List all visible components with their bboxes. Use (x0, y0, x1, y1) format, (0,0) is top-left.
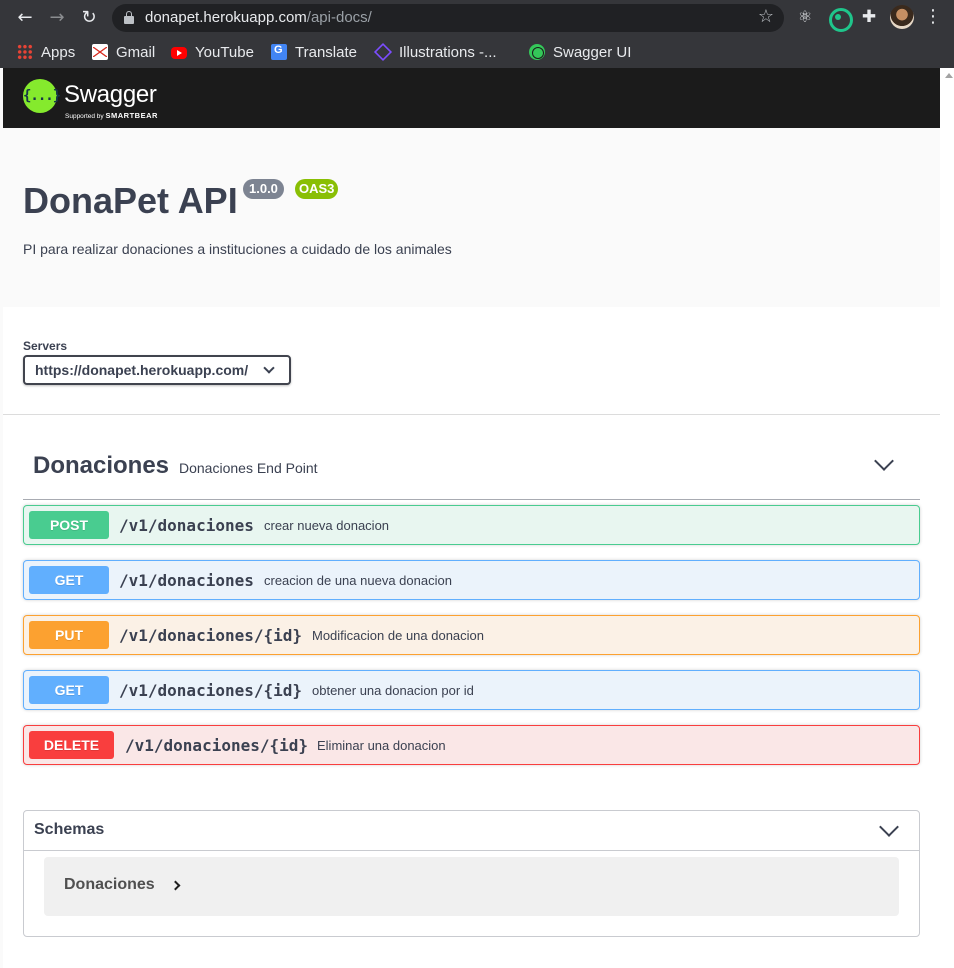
operation-path: /v1/donaciones/{id} (125, 736, 309, 755)
bookmark-youtube[interactable]: YouTube (171, 41, 254, 63)
model-donaciones[interactable]: Donaciones (44, 857, 899, 916)
url-host: donapet.herokuapp.com (145, 9, 307, 26)
apps-grid-icon (17, 44, 33, 60)
page-scrollbar[interactable] (940, 68, 954, 968)
divider (23, 499, 920, 500)
bookmark-gmail[interactable]: Gmail (92, 41, 155, 63)
illustrations-icon (373, 42, 393, 62)
bookmark-apps[interactable]: Apps (17, 41, 75, 63)
schemas-header[interactable]: Schemas (24, 811, 919, 851)
lock-icon[interactable] (124, 11, 134, 24)
swagger-logo-text[interactable]: Swagger (64, 81, 157, 109)
method-badge: PUT (29, 621, 109, 649)
operation-post-donaciones[interactable]: POST /v1/donaciones crear nueva donacion (23, 505, 920, 545)
swagger-topbar: {...} Swagger Supported by SMARTBEAR (3, 68, 940, 128)
api-info: DonaPet API 1.0.0 OAS3 PI para realizar … (3, 128, 940, 307)
bookmark-label: Gmail (116, 43, 156, 61)
youtube-icon (171, 47, 187, 59)
bookmark-label: Illustrations -... (399, 43, 497, 61)
bookmark-translate[interactable]: Translate (271, 41, 357, 63)
bookmark-star-icon[interactable]: ☆ (758, 6, 774, 27)
chevron-down-icon[interactable] (874, 451, 894, 471)
operation-summary: creacion de una nueva donacion (264, 573, 452, 588)
reload-icon[interactable]: ↻ (77, 6, 101, 30)
method-badge: POST (29, 511, 109, 539)
oas-badge: OAS3 (295, 179, 339, 199)
url-text[interactable]: donapet.herokuapp.com/api-docs/ (145, 9, 372, 26)
operation-path: /v1/donaciones/{id} (119, 681, 303, 700)
servers-selected-value: https://donapet.herokuapp.com/ (35, 362, 249, 378)
method-badge: GET (29, 566, 109, 594)
scroll-up-arrow-icon[interactable] (945, 72, 953, 78)
address-bar[interactable]: donapet.herokuapp.com/api-docs/ ☆ (112, 4, 784, 32)
servers-select[interactable]: https://donapet.herokuapp.com/ (23, 355, 291, 385)
url-path: /api-docs/ (306, 9, 372, 26)
model-name: Donaciones (64, 876, 155, 893)
bookmark-label: YouTube (195, 43, 254, 61)
extensions-puzzle-icon[interactable]: ✚ (858, 6, 880, 28)
bookmark-illustrations[interactable]: Illustrations -... (373, 41, 497, 63)
api-title: DonaPet API (23, 180, 238, 221)
operation-get-donaciones[interactable]: GET /v1/donaciones creacion de una nueva… (23, 560, 920, 600)
ring-extension-icon[interactable] (827, 6, 853, 32)
tag-title[interactable]: Donaciones (33, 452, 169, 480)
browser-toolbar: ← → ↻ donapet.herokuapp.com/api-docs/ ☆ … (0, 0, 954, 36)
chevron-down-icon[interactable] (879, 817, 899, 837)
method-badge: DELETE (29, 731, 114, 759)
servers-label: Servers (23, 339, 68, 353)
globe-icon (529, 44, 545, 60)
supported-by-smartbear: Supported by SMARTBEAR (65, 111, 158, 120)
gmail-icon (92, 44, 108, 60)
method-badge: GET (29, 676, 109, 704)
operation-put-donacion-id[interactable]: PUT /v1/donaciones/{id} Modificacion de … (23, 615, 920, 655)
operation-summary: Modificacion de una donacion (312, 628, 485, 643)
bookmark-label: Translate (295, 43, 357, 61)
translate-icon (271, 44, 287, 60)
chevron-right-icon[interactable] (170, 880, 181, 891)
operation-path: /v1/donaciones (119, 516, 254, 535)
operation-delete-donacion-id[interactable]: DELETE /v1/donaciones/{id} Eliminar una … (23, 725, 920, 765)
api-description: PI para realizar donaciones a institucio… (23, 241, 452, 257)
bookmark-label: Apps (41, 43, 76, 61)
operation-get-donacion-id[interactable]: GET /v1/donaciones/{id} obtener una dona… (23, 670, 920, 710)
chevron-down-icon (263, 362, 275, 374)
bookmarks-bar: Apps Gmail YouTube Translate Illustratio… (0, 36, 954, 68)
profile-avatar[interactable] (890, 5, 914, 29)
schemas-title: Schemas (34, 821, 105, 838)
operation-summary: crear nueva donacion (264, 518, 390, 533)
bookmark-swagger-ui[interactable]: Swagger UI (529, 41, 631, 63)
operation-path: /v1/donaciones/{id} (119, 626, 303, 645)
forward-arrow-icon[interactable]: → (45, 6, 69, 30)
tag-description: Donaciones End Point (179, 460, 318, 476)
swagger-logo-icon[interactable]: {...} (23, 79, 61, 113)
back-arrow-icon[interactable]: ← (13, 6, 37, 30)
operation-path: /v1/donaciones (119, 571, 254, 590)
swagger-page: {...} Swagger Supported by SMARTBEAR Don… (3, 68, 940, 968)
divider (3, 414, 940, 415)
operation-summary: Eliminar una donacion (317, 738, 446, 753)
smartbear-label: SMARTBEAR (105, 111, 158, 120)
schemas-section: Schemas Donaciones (23, 810, 920, 937)
browser-menu-icon[interactable]: ⋮ (924, 6, 942, 28)
bookmark-label: Swagger UI (553, 43, 632, 61)
react-devtools-extension-icon[interactable]: ⚛ (794, 6, 816, 28)
supported-by-label: Supported by (65, 113, 104, 120)
operation-summary: obtener una donacion por id (312, 683, 474, 698)
version-badge: 1.0.0 (243, 179, 284, 199)
